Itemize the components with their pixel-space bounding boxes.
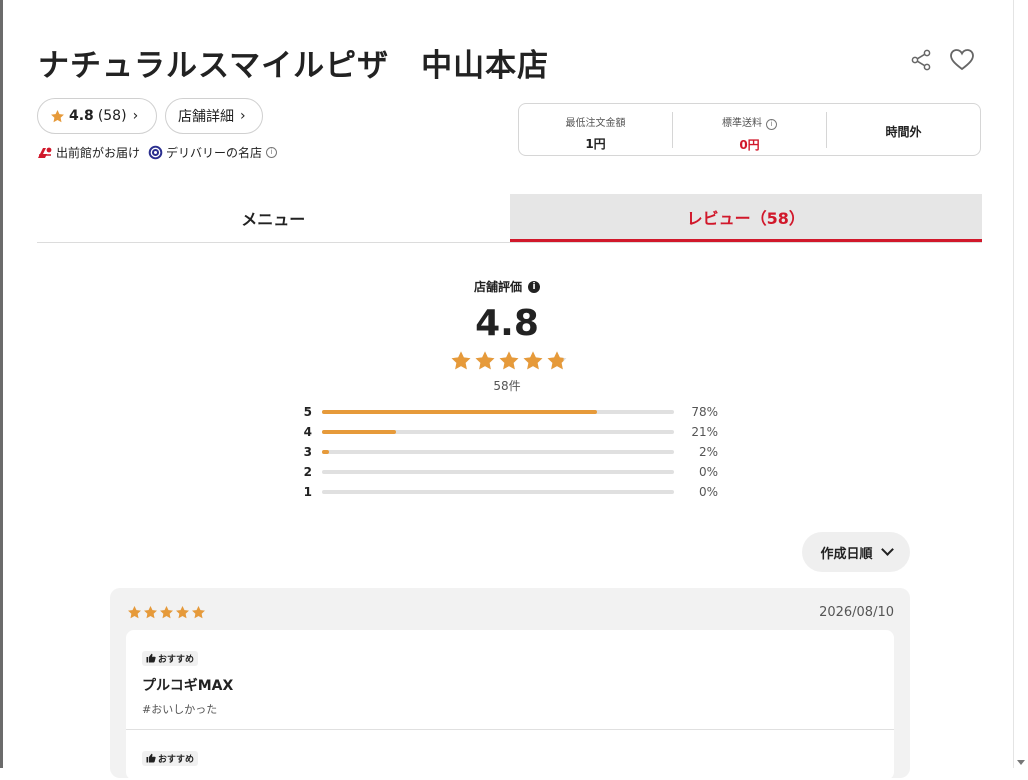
- demaekan-badge: 出前館がお届け: [37, 144, 140, 161]
- scrollbar[interactable]: [1013, 0, 1028, 768]
- rating-pill-button[interactable]: 4.8 (58) ›: [37, 98, 157, 134]
- distribution-bar: [322, 410, 674, 414]
- review-date: 2026/08/10: [819, 605, 894, 620]
- distribution-fill: [322, 450, 330, 454]
- distribution-percent: 0%: [698, 465, 718, 479]
- star-icon: [160, 605, 173, 619]
- store-page: ナチュラルスマイルピザ 中山本店 4.8 (58) › 店舗詳細 › 出前館がお…: [0, 0, 1014, 780]
- info-icon[interactable]: i: [528, 280, 540, 293]
- distribution-row: 3 2%: [300, 442, 730, 462]
- favorite-button[interactable]: [949, 48, 975, 72]
- delivery-fee-label-wrap: 標準送料 i: [673, 114, 826, 130]
- star-icon: [144, 605, 157, 619]
- menu-item-name: プルコギMAX: [142, 678, 234, 694]
- star-icon: [128, 605, 141, 619]
- chevron-down-icon: [880, 543, 894, 556]
- tab-reviews[interactable]: レビュー（58）: [509, 194, 982, 242]
- review-count: 58件: [493, 379, 521, 393]
- heart-icon: [950, 49, 974, 71]
- rating-value: 4.8: [69, 108, 94, 124]
- distribution-bar: [322, 430, 674, 434]
- distribution-fill: [322, 410, 597, 414]
- delivery-fee-label: 標準送料: [722, 117, 762, 129]
- chevron-right-icon: ›: [132, 108, 139, 124]
- distribution-bar: [322, 490, 674, 494]
- thumbs-up-icon: [146, 753, 156, 763]
- meiten-badge-label: デリバリーの名店: [166, 146, 263, 160]
- store-badges: 出前館がお届け デリバリーの名店 i: [37, 144, 285, 161]
- review-items: おすすめ プルコギMAX #おいしかった おすすめ: [126, 630, 894, 780]
- distribution-bar: [322, 450, 674, 454]
- sort-label: 作成日順: [820, 546, 873, 562]
- share-button[interactable]: [909, 48, 933, 72]
- thumbs-up-icon: [146, 653, 156, 663]
- average-stars: [450, 350, 570, 372]
- distribution-bar: [322, 470, 674, 474]
- sort-button[interactable]: 作成日順: [802, 532, 910, 572]
- demaekan-logo-icon: [38, 147, 52, 158]
- review-stars: [127, 605, 207, 620]
- info-icon[interactable]: i: [766, 118, 777, 130]
- review-hashtag: #おいしかった: [142, 703, 218, 716]
- distribution-star-label: 2: [303, 465, 312, 479]
- star-icon: [475, 351, 495, 370]
- distribution-star-label: 3: [303, 445, 312, 459]
- distribution-percent: 2%: [698, 445, 718, 459]
- star-icon: [176, 605, 189, 619]
- rating-header-label-wrap: 店舗評価 i: [474, 278, 540, 295]
- distribution-row: 5 78%: [300, 402, 730, 422]
- chevron-right-icon: ›: [240, 108, 246, 124]
- info-icon[interactable]: i: [266, 147, 278, 158]
- min-order: 最低注文金額 1円: [519, 112, 672, 151]
- recommended-item: おすすめ プルコギMAX #おいしかった: [142, 648, 878, 717]
- store-detail-label: 店舗詳細: [178, 109, 234, 125]
- distribution-percent: 0%: [698, 485, 718, 499]
- recommend-tag: おすすめ: [142, 750, 199, 766]
- distribution-star-label: 4: [303, 425, 312, 439]
- distribution-star-label: 5: [303, 405, 312, 419]
- star-icon: [451, 351, 471, 370]
- meiten-badge-icon: [148, 145, 163, 160]
- distribution-row: 2 0%: [300, 462, 730, 482]
- delivery-time-value: 時間外: [885, 124, 922, 139]
- recommend-tag-label: おすすめ: [158, 654, 195, 665]
- rating-header: 店舗評価 i: [0, 276, 1014, 295]
- average-score: 4.8: [475, 303, 539, 344]
- star-icon: [192, 605, 205, 619]
- share-icon: [911, 49, 931, 71]
- recommend-tag-label: おすすめ: [158, 754, 195, 765]
- recommend-tag: おすすめ: [142, 650, 199, 666]
- tab-menu[interactable]: メニュー: [37, 194, 510, 242]
- recommended-item: おすすめ: [142, 748, 878, 767]
- rating-count: (58): [97, 108, 127, 124]
- review-card: 2026/08/10 おすすめ プルコギMAX #おいしかった おすすめ: [110, 588, 910, 780]
- scroll-down-arrow-icon[interactable]: [1017, 760, 1025, 765]
- star-icon: [499, 351, 519, 370]
- delivery-time: 時間外: [826, 111, 980, 148]
- star-icon: [547, 351, 567, 370]
- min-order-value: 1円: [585, 136, 606, 151]
- star-icon: [523, 351, 543, 370]
- distribution-star-label: 1: [303, 485, 312, 499]
- meiten-badge[interactable]: デリバリーの名店 i: [148, 144, 278, 161]
- star-icon: [51, 109, 64, 122]
- rating-header-label: 店舗評価: [473, 280, 522, 294]
- distribution-percent: 21%: [691, 425, 718, 439]
- distribution-row: 4 21%: [300, 422, 730, 442]
- store-title: ナチュラルスマイルピザ 中山本店: [38, 48, 550, 84]
- delivery-info-box: 最低注文金額 1円 標準送料 i 0円 時間外: [518, 103, 981, 156]
- delivery-fee: 標準送料 i 0円: [672, 111, 826, 152]
- delivery-fee-value: 0円: [739, 137, 760, 152]
- rating-distribution: 5 78% 4 21% 3 2% 2 0% 1 0%: [300, 402, 730, 502]
- distribution-fill: [322, 430, 396, 434]
- divider: [126, 729, 894, 730]
- tab-bar: メニュー レビュー（58）: [37, 194, 982, 243]
- demaekan-badge-label: 出前館がお届け: [56, 146, 141, 160]
- distribution-percent: 78%: [691, 405, 718, 419]
- store-detail-button[interactable]: 店舗詳細 ›: [165, 98, 263, 134]
- distribution-row: 1 0%: [300, 482, 730, 502]
- min-order-label: 最低注文金額: [565, 117, 626, 129]
